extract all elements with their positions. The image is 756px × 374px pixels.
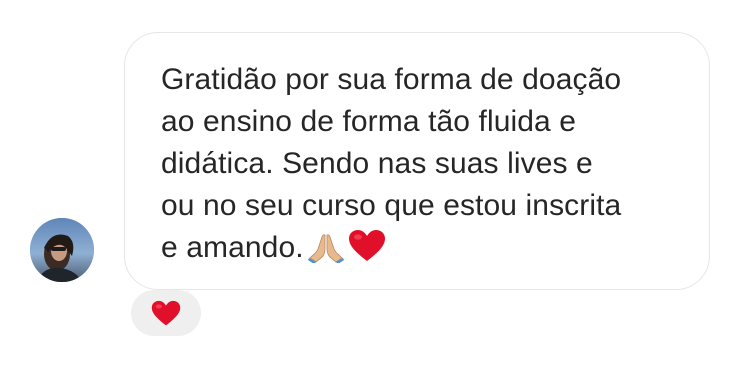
sender-avatar[interactable] [30,218,94,282]
message-bubble[interactable]: Gratidão por sua forma de doação ao ensi… [124,32,710,290]
profile-photo-icon [30,218,94,282]
red-heart-icon [151,300,181,325]
red-heart-icon [348,229,386,275]
message-line: didática. Sendo nas suas lives e [161,147,593,180]
message-line: ou no seu curso que estou inscrita [161,189,622,222]
message-line: ao ensino de forma tão fluida e [161,105,577,138]
message-text: Gratidão por sua forma de doação ao ensi… [161,59,701,275]
folded-hands-icon [307,231,344,275]
message-last-line: e amando. [161,227,701,275]
message-line: Gratidão por sua forma de doação [161,63,622,96]
reaction-badge[interactable] [131,290,201,336]
message-line: e amando. [161,231,304,264]
